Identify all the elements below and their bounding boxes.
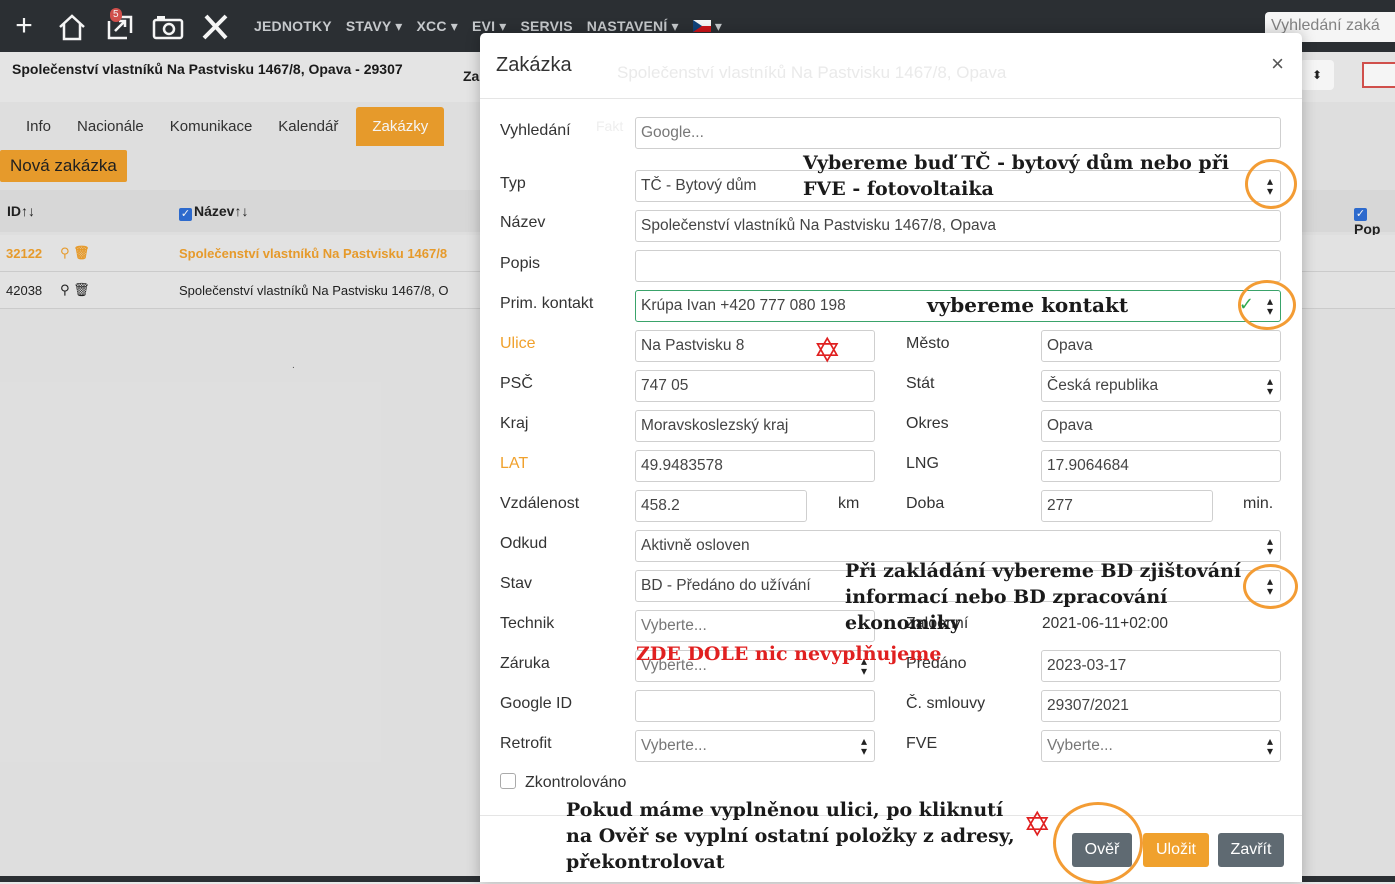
highlight-circle [1238, 280, 1296, 330]
star-icon: ✡ [813, 332, 842, 370]
handed-date-input[interactable]: 2023-03-17 [1041, 650, 1281, 682]
label-name: Název [500, 214, 546, 231]
label-technician: Technik [500, 615, 555, 632]
label-zip: PSČ [500, 375, 533, 392]
annotation-state-2: informací nebo BD zpracování [845, 586, 1168, 608]
unit-min: min. [1243, 495, 1274, 512]
label-type: Typ [500, 175, 526, 192]
label-source: Odkud [500, 535, 548, 552]
google-id-input[interactable] [635, 690, 875, 722]
highlight-circle [1245, 159, 1297, 209]
fve-select[interactable]: Vyberte... ▴ ▾ [1041, 730, 1281, 762]
lng-input[interactable]: 17.9064684 [1041, 450, 1281, 482]
label-country: Stát [906, 375, 935, 392]
modal-title: Zakázka [496, 54, 572, 76]
highlight-circle [1243, 564, 1298, 609]
annotation-state-1: Při zakládání vybereme BD zjištování [845, 560, 1242, 582]
label-region: Kraj [500, 415, 529, 432]
lat-input[interactable]: 49.9483578 [635, 450, 875, 482]
technician-select[interactable]: Vyberte... [635, 610, 875, 642]
label-contact: Prim. kontakt [500, 295, 594, 312]
label-state: Stav [500, 575, 533, 592]
google-search-input[interactable]: Google... [635, 117, 1281, 149]
annotation-type-2: FVE - fotovoltaika [803, 178, 994, 200]
contract-input[interactable]: 29307/2021 [1041, 690, 1281, 722]
annotation-state-3: ekonomiky [845, 612, 961, 634]
unit-km: km [838, 495, 860, 512]
label-description: Popis [500, 255, 541, 272]
label-contract: Č. smlouvy [906, 695, 986, 712]
star-icon: ✡ [1023, 806, 1052, 844]
duration-input[interactable]: 277 [1041, 490, 1213, 522]
annotation-verify-2: na Ověř se vyplní ostatní položky z adre… [566, 825, 1015, 847]
label-lng: LNG [906, 455, 939, 472]
zip-input[interactable]: 747 05 [635, 370, 875, 402]
retrofit-select[interactable]: Vyberte... ▴ ▾ [635, 730, 875, 762]
name-input[interactable]: Společenství vlastníků Na Pastvisku 1467… [635, 210, 1281, 242]
label-distance: Vzdálenost [500, 495, 580, 512]
district-input[interactable]: Opava [1041, 410, 1281, 442]
label-duration: Doba [906, 495, 945, 512]
close-icon[interactable]: × [1271, 51, 1284, 77]
annotation-below: ZDE DOLE nic nevyplňujeme [636, 643, 942, 665]
city-input[interactable]: Opava [1041, 330, 1281, 362]
label-checked: Zkontrolováno [525, 774, 627, 791]
annotation-verify-1: Pokud máme vyplněnou ulici, po kliknutí [566, 799, 1004, 821]
region-input[interactable]: Moravskoslezský kraj [635, 410, 875, 442]
label-warranty: Záruka [500, 655, 550, 672]
description-input[interactable] [635, 250, 1281, 282]
checked-checkbox[interactable] [500, 773, 516, 789]
annotation-contact: vybereme kontakt [927, 293, 1129, 317]
annotation-type-1: Vybereme buď TČ - bytový dům nebo při [803, 152, 1229, 174]
label-retrofit: Retrofit [500, 735, 552, 752]
label-search: Vyhledání [500, 122, 571, 139]
country-select[interactable]: Česká republika ▴ ▾ [1041, 370, 1281, 402]
label-google-id: Google ID [500, 695, 573, 712]
created-value: 2021-06-11+02:00 [1042, 615, 1168, 632]
annotation-verify-3: překontrolovat [566, 851, 725, 873]
label-district: Okres [906, 415, 949, 432]
label-fve: FVE [906, 735, 938, 752]
modal-header: Zakázka Společenství vlastníků Na Pastvi… [480, 33, 1302, 99]
distance-input[interactable]: 458.2 [635, 490, 807, 522]
ghost-text: Fakt [596, 118, 624, 134]
save-button[interactable]: Uložit [1143, 833, 1209, 867]
label-city: Město [906, 335, 950, 352]
highlight-circle [1053, 802, 1143, 884]
label-lat: LAT [500, 455, 529, 472]
close-button[interactable]: Zavřít [1218, 833, 1284, 867]
label-street: Ulice [500, 335, 536, 352]
modal-ghost-title: Společenství vlastníků Na Pastvisku 1467… [617, 63, 1007, 82]
